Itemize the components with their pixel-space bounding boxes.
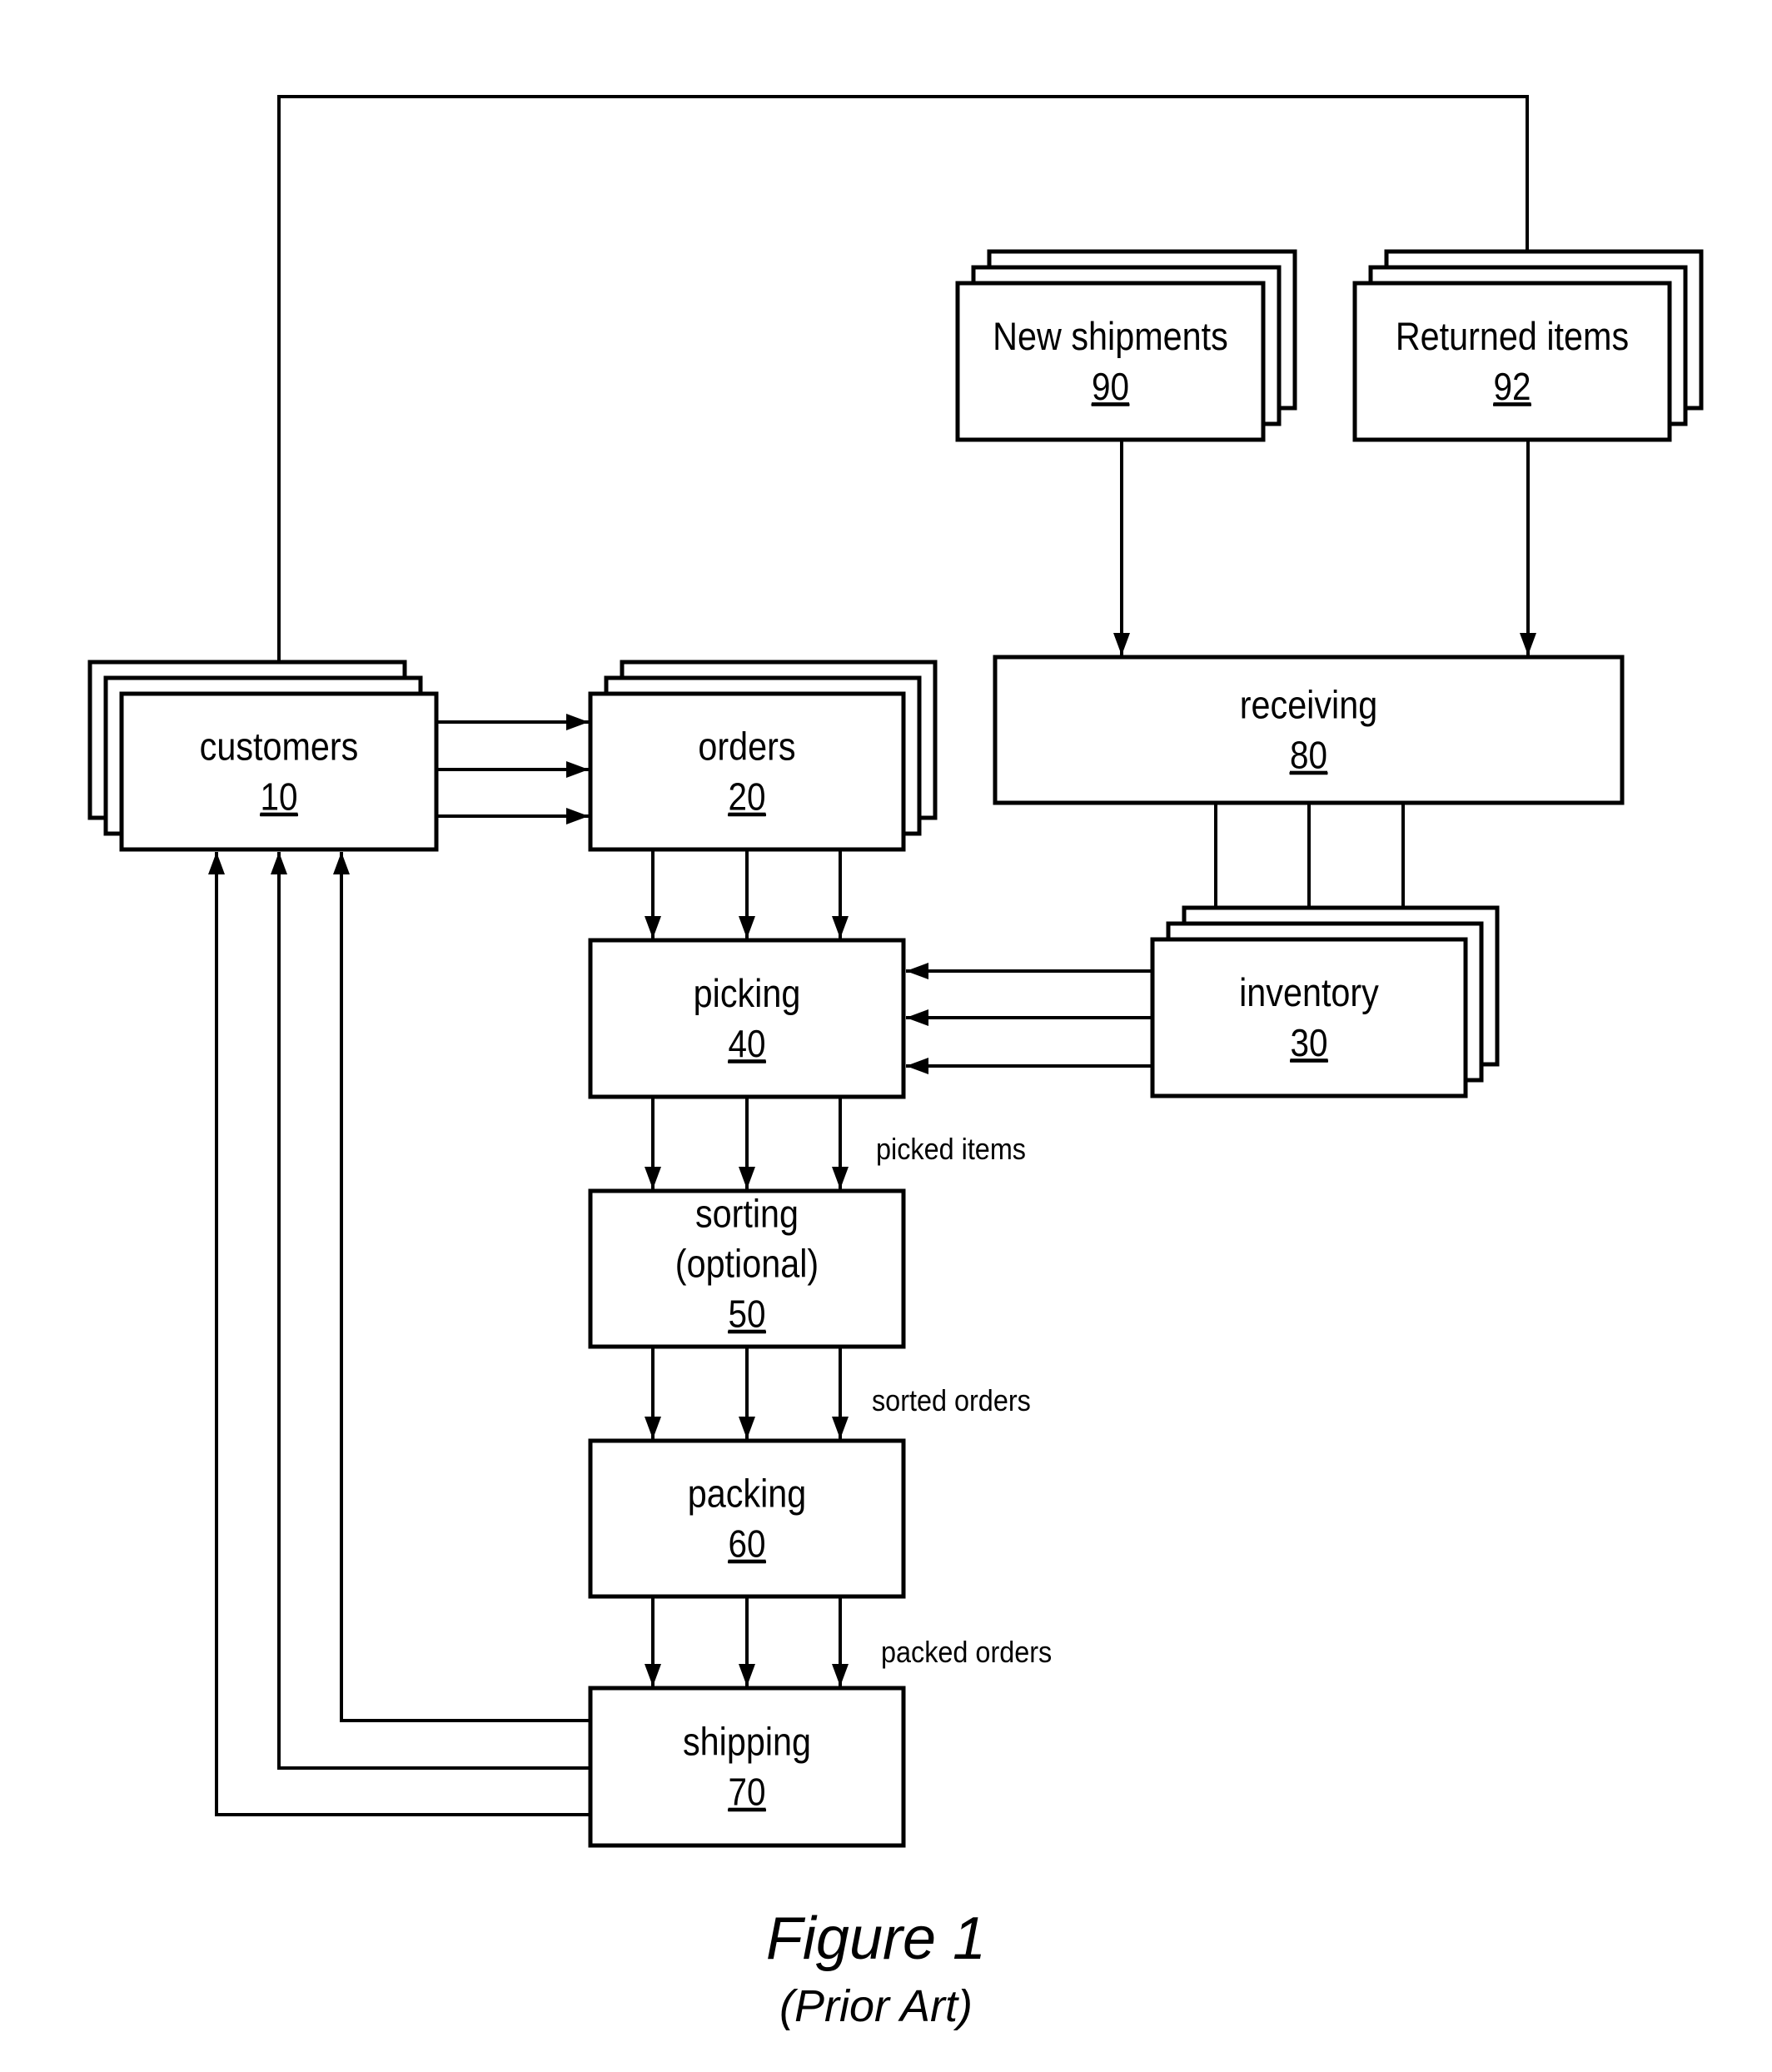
node-box xyxy=(1150,937,1468,1098)
node-label: receiving xyxy=(1240,684,1377,727)
edge-inventory-picking-1-arrowhead xyxy=(906,963,928,979)
edge-packing-shipping-3-arrowhead xyxy=(832,1664,849,1686)
edge-sorting-packing-3-arrowhead xyxy=(832,1417,849,1439)
node-reference-number: 70 xyxy=(728,1771,765,1814)
node-new-shipments: New shipments 90 xyxy=(955,249,1297,442)
node-box xyxy=(588,1438,906,1599)
node-reference-number: 92 xyxy=(1493,366,1531,409)
node-layer: customers 10 orders 20 inventory 30 picking 40 s… xyxy=(87,249,1704,1848)
edge-orders-picking-2-arrowhead xyxy=(739,916,755,939)
node-returned-items: Returned items 92 xyxy=(1352,249,1704,442)
node-customers: customers 10 xyxy=(87,660,439,852)
node-sublabel: (optional) xyxy=(675,1243,819,1286)
node-box xyxy=(588,1686,906,1848)
node-reference-number: 50 xyxy=(728,1293,765,1336)
edge-picking-sorting-3-arrowhead xyxy=(832,1167,849,1189)
node-inventory: inventory 30 xyxy=(1150,905,1500,1098)
edge-inventory-picking-2-arrowhead xyxy=(906,1009,928,1026)
node-box xyxy=(588,938,906,1099)
edge-customers-returned-items-line xyxy=(277,95,1529,660)
edge-picking-sorting-1-arrowhead xyxy=(645,1167,661,1189)
node-label: picking xyxy=(694,973,801,1016)
node-orders: orders 20 xyxy=(588,660,938,852)
edge-customers-orders-1-arrowhead xyxy=(566,714,589,730)
node-label: shipping xyxy=(683,1721,811,1764)
node-box xyxy=(993,655,1625,805)
edge-label-sorting-packing: sorted orders xyxy=(872,1384,1031,1417)
node-shipping: shipping 70 xyxy=(588,1686,906,1848)
edge-sorting-packing-2-arrowhead xyxy=(739,1417,755,1439)
node-reference-number: 40 xyxy=(728,1024,765,1066)
node-label: inventory xyxy=(1239,972,1380,1015)
node-label: sorting xyxy=(695,1193,799,1236)
node-box xyxy=(1352,281,1672,442)
node-label: customers xyxy=(200,725,359,769)
node-label: Returned items xyxy=(1396,316,1629,359)
node-box xyxy=(588,691,906,852)
edge-packing-shipping-1-arrowhead xyxy=(645,1664,661,1686)
node-picking: picking 40 xyxy=(588,938,906,1099)
node-reference-number: 10 xyxy=(260,776,297,819)
warehouse-flow-diagram: customers 10 orders 20 inventory 30 picking 40 s… xyxy=(87,95,1704,2031)
edge-shipping-customers-2-arrowhead xyxy=(271,852,287,874)
edge-picking-sorting-2-arrowhead xyxy=(739,1167,755,1189)
edge-customers-orders-3-arrowhead xyxy=(566,808,589,824)
edge-shipping-customers-1-arrowhead xyxy=(333,852,350,874)
edge-shipping-customers-3-line xyxy=(215,852,589,1816)
edge-customers-orders-2-arrowhead xyxy=(566,761,589,778)
node-label: New shipments xyxy=(993,316,1228,359)
node-box xyxy=(119,691,439,852)
node-label: packing xyxy=(688,1472,807,1516)
node-reference-number: 60 xyxy=(728,1523,765,1566)
node-receiving: receiving 80 xyxy=(993,655,1625,805)
node-reference-number: 30 xyxy=(1290,1023,1327,1065)
node-reference-number: 90 xyxy=(1092,366,1129,409)
edge-shipping-customers-2-line xyxy=(277,852,589,1770)
edge-new-shipments-receiving-arrowhead xyxy=(1113,633,1130,655)
node-label: orders xyxy=(698,725,795,769)
edge-orders-picking-3-arrowhead xyxy=(832,916,849,939)
node-reference-number: 20 xyxy=(728,776,765,819)
edge-shipping-customers-3-arrowhead xyxy=(208,852,225,874)
edge-shipping-customers-1-line xyxy=(340,852,589,1722)
edge-packing-shipping-2-arrowhead xyxy=(739,1664,755,1686)
node-packing: packing 60 xyxy=(588,1438,906,1599)
edge-inventory-picking-3-arrowhead xyxy=(906,1058,928,1074)
figure-subtitle: (Prior Art) xyxy=(779,1981,973,2031)
node-box xyxy=(955,281,1266,442)
node-sorting: sorting (optional) 50 xyxy=(588,1188,906,1349)
edge-sorting-packing-1-arrowhead xyxy=(645,1417,661,1439)
edge-orders-picking-1-arrowhead xyxy=(645,916,661,939)
edge-label-picking-sorting: picked items xyxy=(876,1133,1026,1166)
edge-returned-items-receiving-arrowhead xyxy=(1520,633,1536,655)
node-reference-number: 80 xyxy=(1290,735,1327,777)
figure-caption: Figure 1 (Prior Art) xyxy=(766,1905,986,2031)
figure-title: Figure 1 xyxy=(766,1905,986,1972)
edge-label-packing-shipping: packed orders xyxy=(881,1636,1052,1669)
